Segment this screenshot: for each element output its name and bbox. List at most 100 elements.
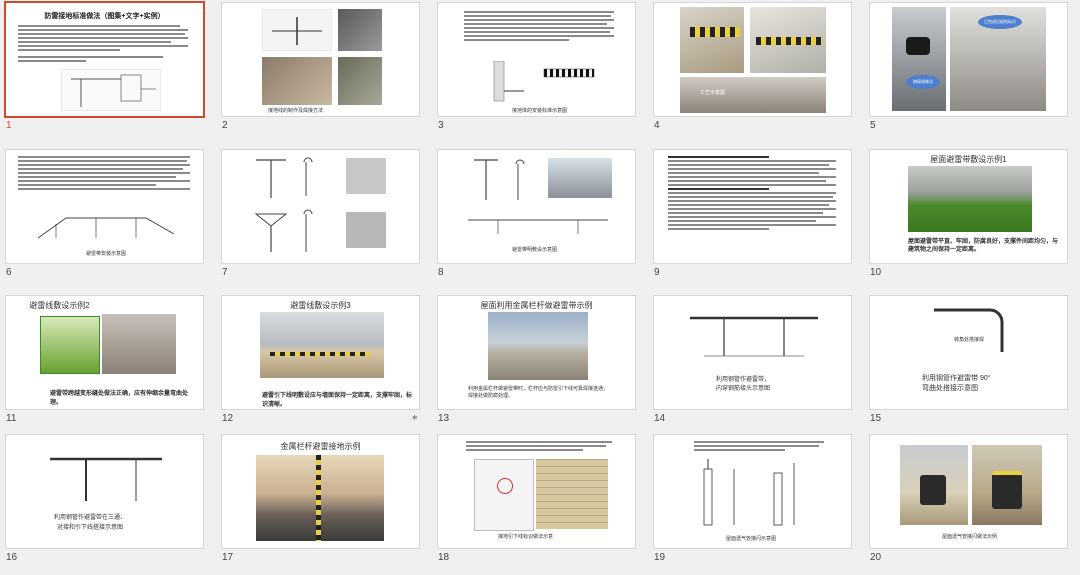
slide-preview[interactable]: 接地线的制作及焊接方法 — [221, 2, 420, 117]
weld-label: 转角处搭接焊 — [954, 337, 985, 343]
tee-joint-diagram — [50, 457, 162, 501]
slide-transition-marker: * — [412, 413, 418, 426]
slide-preview[interactable]: 工艺示意图 — [653, 2, 852, 117]
photo — [262, 57, 332, 105]
slide-caption: 避雷带安装示意图 — [86, 251, 127, 257]
grounding-diagram — [61, 69, 161, 111]
body-text — [668, 156, 836, 232]
slide-title: 金属栏杆避雷接地示例 — [280, 442, 361, 451]
photo — [102, 314, 176, 374]
slide-preview[interactable]: 已完成后接地标识 跨接线做法 — [869, 2, 1068, 117]
slide-caption: 避雷引下线明敷设应与墙面保持一定距离，支撑牢固，标识清晰。 — [262, 393, 413, 408]
slide-caption: 利用金属栏杆做避雷带时，栏杆应与防雷引下线可靠焊接连通，焊接处做防腐处理。 — [468, 386, 609, 399]
slide-preview[interactable]: 避雷线敷设示例2 避雷带跨越变形缝处做法正确，应有伸缩余量弯曲处理。 — [5, 295, 204, 410]
photo — [908, 166, 1032, 232]
body-text — [464, 11, 614, 43]
body-text — [18, 25, 188, 64]
photo — [680, 7, 744, 73]
body-text — [18, 156, 190, 192]
slide-caption: 屋面透气管接闪示意图 — [726, 536, 777, 542]
slide-preview[interactable]: 屋面利用金属栏杆做避雷带示例 利用金属栏杆做避雷带时，栏杆应与防雷引下线可靠焊接… — [437, 295, 636, 410]
slide-title: 避雷线敷设示例2 — [29, 301, 90, 310]
slide-caption: 利用钢管作避雷带 90° 弯曲处搭接示意图 — [922, 375, 991, 392]
photo — [892, 7, 946, 111]
slide-preview[interactable]: 屋面透气管接闪做法示例 — [869, 434, 1068, 549]
slide-thumbnail-4[interactable]: 工艺示意图 4 — [648, 0, 864, 143]
photo — [338, 57, 382, 105]
slide-number: 9 — [654, 267, 660, 278]
slide-caption: 接地引下线标识做法示意 — [498, 534, 554, 540]
slide-number: 1 — [6, 120, 12, 131]
slide-thumbnail-6[interactable]: 避雷带安装示意图 6 — [0, 147, 216, 290]
slide-thumbnail-9[interactable]: 9 — [648, 147, 864, 290]
slide-thumbnail-5[interactable]: 已完成后接地标识 跨接线做法 5 — [864, 0, 1080, 143]
slide-preview[interactable] — [653, 149, 852, 264]
slide-thumbnail-19[interactable]: 屋面透气管接闪示意图 19 — [648, 432, 864, 575]
slide-thumbnail-15[interactable]: 转角处搭接焊 利用钢管作避雷带 90° 弯曲处搭接示意图 15 — [864, 293, 1080, 436]
slide-caption: 接地体的安装标准示意图 — [512, 108, 568, 114]
body-text — [694, 441, 824, 453]
photo — [488, 312, 588, 380]
photo — [40, 316, 100, 374]
slide-preview[interactable]: 转角处搭接焊 利用钢管作避雷带 90° 弯曲处搭接示意图 — [869, 295, 1068, 410]
slide-caption: 屋面避雷带平直、牢固，防腐良好，支撑件间距均匀，与建筑物之间保持一定距离。 — [908, 239, 1059, 253]
slide-thumbnail-7[interactable]: 7 — [216, 147, 432, 290]
photo — [972, 445, 1042, 525]
body-text — [466, 441, 612, 453]
slide-caption: 利用钢管作避雷带， 内穿钢筋接头示意图 — [716, 377, 771, 392]
slide-thumbnail-20[interactable]: 屋面透气管接闪做法示例 20 — [864, 432, 1080, 575]
slide-preview[interactable]: 避雷带明敷设示意图 — [437, 149, 636, 264]
slide-thumbnail-13[interactable]: 屋面利用金属栏杆做避雷带示例 利用金属栏杆做避雷带时，栏杆应与防雷引下线可靠焊接… — [432, 293, 648, 436]
slide-thumbnail-16[interactable]: 利用钢管作避雷带在三通、 对接和引下线搭接示意图 16 — [0, 432, 216, 575]
slide-caption: 利用钢管作避雷带在三通、 对接和引下线搭接示意图 — [54, 515, 127, 531]
support-bracket-diagram — [254, 157, 386, 252]
callout-bubble: 跨接线做法 — [906, 75, 940, 89]
slide-number: 16 — [6, 552, 18, 563]
photo — [548, 158, 612, 198]
slide-number: 2 — [222, 120, 228, 131]
photo — [750, 7, 826, 73]
slide-thumbnail-10[interactable]: 屋面避雷带敷设示例1 屋面避雷带平直、牢固，防腐良好，支撑件间距均匀，与建筑物之… — [864, 147, 1080, 290]
slide-number: 3 — [438, 120, 444, 131]
slide-preview[interactable]: 金属栏杆避雷接地示例 — [221, 434, 420, 549]
slide-title: 屋面利用金属栏杆做避雷带示例 — [480, 301, 593, 310]
weld-diagram — [262, 9, 332, 51]
lightning-rod-diagram — [37, 217, 175, 239]
pipe-bend-diagram — [934, 308, 1004, 352]
slide-preview[interactable]: 屋面透气管接闪示意图 — [653, 434, 852, 549]
slide-number: 7 — [222, 267, 228, 278]
photo — [900, 445, 968, 525]
slide-number: 4 — [654, 120, 660, 131]
slide-thumbnail-12[interactable]: 避雷线敷设示例3 避雷引下线明敷设应与墙面保持一定距离，支撑牢固，标识清晰。 1… — [216, 293, 432, 436]
slide-preview[interactable]: 接地引下线标识做法示意 — [437, 434, 636, 549]
slide-preview[interactable]: 屋面避雷带敷设示例1 屋面避雷带平直、牢固，防腐良好，支撑件间距均匀，与建筑物之… — [869, 149, 1068, 264]
slide-thumbnail-14[interactable]: 利用钢管作避雷带， 内穿钢筋接头示意图 14 — [648, 293, 864, 436]
slide-thumbnail-11[interactable]: 避雷线敷设示例2 避雷带跨越变形缝处做法正确，应有伸缩余量弯曲处理。 11 — [0, 293, 216, 436]
slide-preview[interactable]: 避雷带安装示意图 — [5, 149, 204, 264]
slide-thumbnail-8[interactable]: 避雷带明敷设示意图 8 — [432, 147, 648, 290]
slide-preview[interactable]: 接地体的安装标准示意图 — [437, 2, 636, 117]
slide-number: 15 — [870, 413, 882, 424]
slide-number: 19 — [654, 552, 666, 563]
slide-number: 11 — [6, 413, 17, 424]
slide-title: 防雷接地标准做法（图集+文字+实例） — [44, 13, 165, 20]
slide-number: 6 — [6, 267, 12, 278]
slide-caption: 屋面透气管接闪做法示例 — [942, 534, 998, 540]
callout-bubble: 已完成后接地标识 — [978, 15, 1022, 29]
photo — [536, 459, 608, 529]
slide-number: 20 — [870, 552, 882, 563]
slide-number: 12 — [222, 413, 234, 424]
steel-pipe-diagram — [690, 316, 818, 357]
slide-thumbnail-18[interactable]: 接地引下线标识做法示意 18 — [432, 432, 648, 575]
slide-thumbnail-3[interactable]: 接地体的安装标准示意图 3 — [432, 0, 648, 143]
slide-thumbnail-1[interactable]: 防雷接地标准做法（图集+文字+实例） 1 — [0, 0, 216, 143]
photo — [338, 9, 382, 51]
vent-pipe-diagram — [703, 459, 795, 526]
slide-preview[interactable]: 避雷线敷设示例3 避雷引下线明敷设应与墙面保持一定距离，支撑牢固，标识清晰。 — [221, 295, 420, 410]
slide-thumbnail-2[interactable]: 接地线的制作及焊接方法 2 — [216, 0, 432, 143]
slide-preview[interactable]: 利用钢管作避雷带在三通、 对接和引下线搭接示意图 — [5, 434, 204, 549]
slide-preview[interactable] — [221, 149, 420, 264]
slide-preview[interactable]: 防雷接地标准做法（图集+文字+实例） — [4, 1, 205, 118]
slide-thumbnail-17[interactable]: 金属栏杆避雷接地示例 17 — [216, 432, 432, 575]
slide-preview[interactable]: 利用钢管作避雷带， 内穿钢筋接头示意图 — [653, 295, 852, 410]
